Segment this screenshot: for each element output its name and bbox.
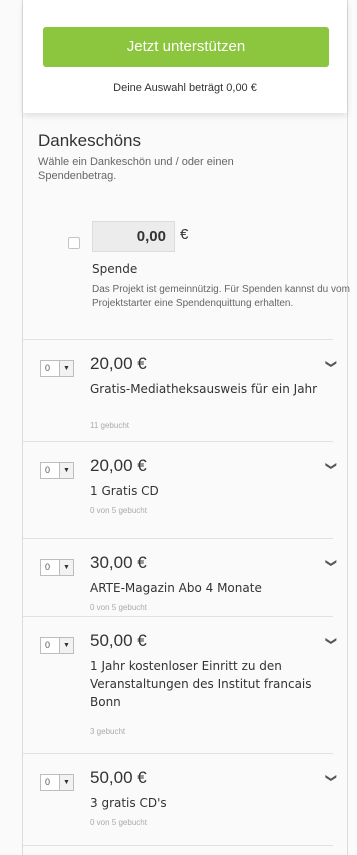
reward-booked: 0 von 5 gebucht bbox=[90, 818, 147, 827]
select-arrow-icon: ▼ bbox=[59, 775, 73, 790]
support-panel: Jetzt unterstützen Deine Auswahl beträgt… bbox=[23, 0, 347, 113]
chevron-down-icon[interactable]: ❯ bbox=[325, 557, 337, 569]
quantity-value: 0 bbox=[45, 465, 51, 475]
chevron-down-icon[interactable]: ❯ bbox=[325, 635, 337, 647]
donation-checkbox[interactable] bbox=[68, 237, 80, 249]
reward-item[interactable]: 0 ▼ 20,00 € Gratis-Mediatheksausweis für… bbox=[23, 339, 337, 436]
chevron-down-icon[interactable]: ❯ bbox=[325, 460, 337, 472]
reward-booked: 0 von 5 gebucht bbox=[90, 603, 147, 612]
support-button[interactable]: Jetzt unterstützen bbox=[43, 27, 329, 67]
reward-title: 3 gratis CD's bbox=[90, 796, 167, 810]
donation-note: Das Projekt ist gemeinnützig. Für Spende… bbox=[92, 284, 350, 309]
reward-price: 50,00 € bbox=[90, 631, 147, 650]
selection-summary: Deine Auswahl beträgt 0,00 € bbox=[113, 82, 257, 94]
select-arrow-icon: ▼ bbox=[59, 463, 73, 478]
select-arrow-icon: ▼ bbox=[59, 638, 73, 653]
reward-item[interactable]: 0 ▼ 30,00 € ARTE-Magazin Abo 4 Monate 0 … bbox=[23, 538, 337, 619]
reward-price: 30,00 € bbox=[90, 553, 147, 572]
reward-title: ARTE-Magazin Abo 4 Monate bbox=[90, 581, 262, 595]
quantity-select[interactable]: 0 ▼ bbox=[40, 462, 74, 479]
chevron-down-icon[interactable]: ❯ bbox=[325, 358, 337, 370]
list-divider bbox=[23, 845, 333, 846]
quantity-select[interactable]: 0 ▼ bbox=[40, 637, 74, 654]
quantity-select[interactable]: 0 ▼ bbox=[40, 360, 74, 377]
select-arrow-icon: ▼ bbox=[59, 560, 73, 575]
select-arrow-icon: ▼ bbox=[59, 361, 73, 376]
quantity-value: 0 bbox=[45, 640, 51, 650]
donation-amount-input[interactable]: 0,00 bbox=[92, 221, 175, 252]
thanks-title: Dankeschöns bbox=[38, 131, 142, 150]
quantity-value: 0 bbox=[45, 562, 51, 572]
donation-currency: € bbox=[180, 226, 189, 243]
reward-item[interactable]: 0 ▼ 50,00 € 1 Jahr kostenloser Einritt z… bbox=[23, 616, 337, 747]
reward-title: Gratis-Mediatheksausweis für ein Jahr bbox=[90, 382, 318, 396]
reward-booked: 0 von 5 gebucht bbox=[90, 506, 147, 515]
quantity-select[interactable]: 0 ▼ bbox=[40, 559, 74, 576]
reward-title: 1 Jahr kostenloser Einritt zu den Verans… bbox=[90, 659, 312, 709]
quantity-value: 0 bbox=[45, 777, 51, 787]
donation-label: Spende bbox=[92, 262, 138, 276]
reward-booked: 11 gebucht bbox=[90, 421, 129, 430]
reward-item[interactable]: 0 ▼ 50,00 € 3 gratis CD's 0 von 5 gebuch… bbox=[23, 753, 337, 844]
right-divider bbox=[347, 0, 348, 855]
quantity-select[interactable]: 0 ▼ bbox=[40, 774, 74, 791]
reward-item[interactable]: 0 ▼ 20,00 € 1 Gratis CD 0 von 5 gebucht … bbox=[23, 441, 337, 538]
quantity-value: 0 bbox=[45, 363, 51, 373]
reward-price: 20,00 € bbox=[90, 354, 147, 373]
reward-price: 20,00 € bbox=[90, 456, 147, 475]
chevron-down-icon[interactable]: ❯ bbox=[325, 772, 337, 784]
thanks-subtitle: Wähle ein Dankeschön und / oder einen Sp… bbox=[38, 156, 234, 182]
reward-title: 1 Gratis CD bbox=[90, 484, 159, 498]
reward-price: 50,00 € bbox=[90, 768, 147, 787]
reward-booked: 3 gebucht bbox=[90, 727, 126, 736]
